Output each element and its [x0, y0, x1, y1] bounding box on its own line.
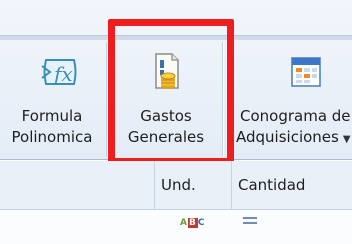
- cronograma-label-text: Adquisiciones: [236, 128, 339, 146]
- grid-header: Und. Cantidad: [0, 161, 352, 210]
- formula-label-line2: Polinomica: [11, 128, 93, 146]
- formula-polinomica-button[interactable]: fx Formula Polinomica: [0, 40, 104, 158]
- calendar-schedule-icon: [286, 52, 326, 92]
- cronograma-label-line1: Conograma de: [240, 107, 351, 125]
- column-header-und[interactable]: Und.: [155, 161, 232, 209]
- dropdown-caret-icon[interactable]: ▼: [343, 134, 351, 145]
- column-header-cantidad[interactable]: Cantidad: [232, 161, 352, 209]
- column-header-blank[interactable]: [0, 161, 155, 209]
- equals-icon[interactable]: [243, 216, 259, 226]
- cronograma-adquisiciones-button[interactable]: Conograma de Adquisiciones ▼: [228, 40, 352, 158]
- svg-text:fx: fx: [52, 62, 73, 86]
- formula-fx-icon: fx: [40, 52, 80, 92]
- formula-label-line1: Formula: [21, 107, 83, 125]
- grid-filter-row: ABC: [0, 210, 352, 244]
- abc-text-icon[interactable]: ABC: [180, 218, 205, 228]
- cronograma-label-line2: Adquisiciones ▼: [236, 127, 352, 150]
- highlight-box: [108, 19, 234, 165]
